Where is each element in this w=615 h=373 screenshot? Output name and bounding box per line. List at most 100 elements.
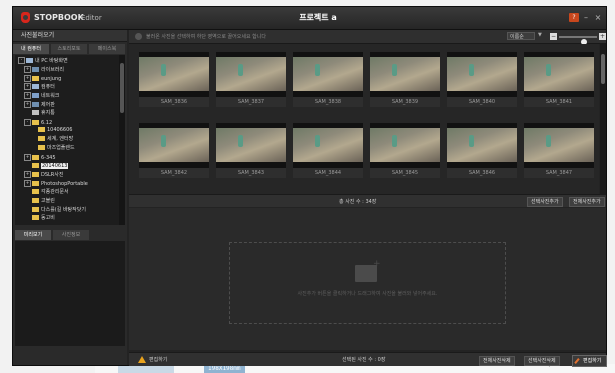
tree-item[interactable]: + 네트워크	[24, 92, 59, 100]
tree-item[interactable]: - 내 PC 바탕화면	[18, 57, 68, 64]
title-bar: STOPBOOK Editor 프로젝트 a ? – ×	[13, 7, 606, 30]
tab-my-computer[interactable]: 내 컴퓨터	[13, 44, 49, 54]
photo-thumbnail[interactable]: SAM_3842	[139, 123, 209, 178]
tree-item[interactable]: + eunjung	[24, 74, 62, 82]
main-area: 불러온 사진을 선택하여 하단 영역으로 끌어오세요 합니다 이름순 ▼ − +…	[129, 30, 607, 367]
tree-item[interactable]: + 컴퓨터	[24, 83, 55, 91]
tree-item[interactable]: 10406606	[30, 127, 72, 134]
tree-item[interactable]: 각종관리문서	[24, 189, 69, 196]
expand-icon[interactable]: +	[24, 180, 31, 188]
photo-filename: SAM_3845	[370, 168, 440, 178]
delete-selected-button[interactable]: 선택사진삭제	[524, 356, 560, 366]
photo-filename: SAM_3846	[447, 168, 517, 178]
tree-item[interactable]: + DSLR사진	[24, 171, 63, 179]
photo-image	[216, 123, 286, 168]
drop-zone[interactable]: 사진추가 버튼을 클릭하거나 드래그하여 사진을 불러와 넣어주세요.	[229, 242, 506, 324]
expand-icon[interactable]: +	[24, 74, 31, 82]
grid-scrollbar[interactable]	[600, 44, 606, 194]
close-button[interactable]: ×	[593, 13, 603, 22]
drop-zone-text: 사진추가 버튼을 클릭하거나 드래그하여 사진을 불러와 넣어주세요.	[297, 291, 438, 297]
sort-select[interactable]: 이름순	[507, 32, 535, 40]
tree-scrollbar[interactable]	[119, 55, 125, 225]
tab-preview[interactable]: 미리보기	[15, 230, 51, 240]
tab-storyphoto[interactable]: 스토리포토	[51, 44, 87, 54]
photo-thumbnail[interactable]: SAM_3841	[524, 52, 594, 107]
tree-item[interactable]: + PhotoshopPortable	[24, 180, 88, 188]
zoom-slider[interactable]	[559, 36, 597, 45]
expand-icon[interactable]: +	[24, 171, 31, 179]
photo-image	[370, 123, 440, 168]
tree-item[interactable]: 20140613	[24, 162, 69, 170]
pencil-icon	[574, 358, 580, 364]
photo-image	[370, 52, 440, 97]
bottom-bar: 편집하기 선택된 사진 수 : 0장 전체사진삭제 선택사진삭제 편집하기	[129, 352, 607, 367]
drop-zone-area: 사진추가 버튼을 클릭하거나 드래그하여 사진을 불러와 넣어주세요.	[129, 208, 606, 350]
project-title: 프로젝트 a	[299, 13, 337, 22]
photo-thumbnail[interactable]: SAM_3845	[370, 123, 440, 178]
photo-thumbnail[interactable]: SAM_3843	[216, 123, 286, 178]
tree-item-label: 제어판	[41, 102, 55, 108]
tree-item[interactable]: + 라이브러리	[24, 65, 65, 73]
photo-status-bar: 총 사진 수 : 34장 선택사진추가 전체사진추가	[129, 194, 606, 207]
expand-icon[interactable]: +	[24, 101, 31, 108]
folder-tree: - 내 PC 바탕화면 + 라이브러리 + eunjung + 컴퓨터 + 네트워크 + 제어판 휴지통…	[15, 55, 119, 225]
app-logo-text: STOPBOOK	[34, 13, 84, 22]
photo-thumbnail[interactable]: SAM_3837	[216, 52, 286, 107]
photo-thumbnail[interactable]: SAM_3846	[447, 123, 517, 178]
tree-item[interactable]: 다스를(길 바탕작닷기	[24, 206, 86, 214]
stopbook-logo-icon	[21, 12, 30, 23]
collapse-icon[interactable]: -	[24, 118, 31, 126]
preview-area	[15, 241, 125, 346]
tree-item[interactable]: 마즈업플렌드	[30, 145, 75, 152]
photo-thumbnail[interactable]: SAM_3840	[447, 52, 517, 107]
expand-icon[interactable]: +	[24, 153, 31, 161]
edit-button[interactable]: 편집하기	[572, 355, 607, 367]
tree-item-label: 라이브러리	[41, 66, 65, 73]
zoom-in-button[interactable]: +	[599, 33, 606, 40]
photo-thumbnail[interactable]: SAM_3844	[293, 123, 363, 178]
photo-filename: SAM_3842	[139, 168, 209, 178]
help-button[interactable]: ?	[569, 13, 579, 22]
total-photo-count: 총 사진 수 : 34장	[339, 199, 377, 205]
tree-item[interactable]: 세계, 엔터망	[30, 136, 73, 143]
tree-item-label: 6.12	[41, 119, 53, 126]
expand-icon[interactable]: +	[24, 65, 31, 73]
tab-photo-info[interactable]: 사진정보	[53, 230, 89, 240]
folder-icon	[32, 75, 39, 81]
photo-thumbnail[interactable]: SAM_3839	[370, 52, 440, 107]
tree-scroll-thumb[interactable]	[120, 63, 124, 113]
chevron-down-icon[interactable]: ▼	[538, 32, 542, 38]
photo-toolbar: 불러온 사진을 선택하여 하단 영역으로 끌어오세요 합니다 이름순 ▼ − +	[129, 30, 606, 45]
add-selected-button[interactable]: 선택사진추가	[527, 197, 563, 207]
tree-item[interactable]: 동고비	[24, 215, 55, 222]
photo-image	[139, 52, 209, 97]
minimize-button[interactable]: –	[581, 13, 591, 22]
expand-icon[interactable]: +	[24, 92, 31, 100]
tree-item-label: PhotoshopPortable	[41, 181, 88, 188]
photo-thumbnail[interactable]: SAM_3836	[139, 52, 209, 107]
zoom-out-button[interactable]: −	[550, 33, 557, 40]
tree-item-label: 6-345	[41, 154, 56, 161]
add-all-button[interactable]: 전체사진추가	[569, 197, 605, 207]
info-icon	[135, 33, 142, 40]
tree-item-label: 컴퓨터	[41, 84, 55, 91]
tab-facebook[interactable]: 페이스북	[89, 44, 125, 54]
panel-header: 사진불러오기	[13, 30, 127, 42]
tree-item[interactable]: +6-345	[24, 153, 56, 161]
folder-icon	[32, 162, 39, 168]
warning-text: 편집하기	[149, 357, 168, 363]
collapse-icon[interactable]: -	[18, 57, 25, 64]
photo-image	[447, 52, 517, 97]
tree-item[interactable]: 휴지통	[24, 109, 55, 117]
grid-scroll-thumb[interactable]	[601, 54, 605, 84]
expand-icon[interactable]: +	[24, 83, 31, 91]
tree-item[interactable]: 고블린	[24, 197, 55, 205]
tree-item[interactable]: + 제어판	[24, 101, 55, 108]
tree-item-label: 각종관리문서	[41, 189, 69, 195]
photo-thumbnail[interactable]: SAM_3838	[293, 52, 363, 107]
tree-item-label: eunjung	[41, 75, 62, 82]
delete-all-button[interactable]: 전체사진삭제	[479, 356, 515, 366]
folder-icon	[32, 154, 39, 160]
photo-thumbnail[interactable]: SAM_3847	[524, 123, 594, 178]
tree-item[interactable]: - 6.12	[24, 118, 53, 126]
